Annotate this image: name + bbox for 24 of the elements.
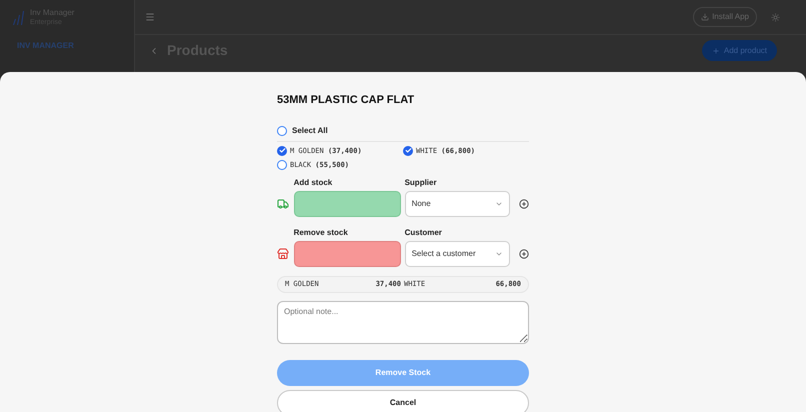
select-field[interactable]: None xyxy=(404,190,510,216)
note-field[interactable]: Optional note... xyxy=(277,300,529,344)
truck-icon xyxy=(277,198,290,210)
section-heading: INV MANAGER xyxy=(17,40,75,52)
quantity-field[interactable] xyxy=(294,240,401,266)
download-icon xyxy=(701,13,710,21)
product-title: 53MM PLASTIC CAP FLAT xyxy=(277,93,416,108)
bar-chart-logo-icon xyxy=(12,10,24,26)
select-all-label[interactable]: Select All xyxy=(292,124,328,136)
select-field[interactable]: Select a customer xyxy=(404,240,510,266)
checked-circle-icon[interactable] xyxy=(403,146,413,156)
add-circle-icon[interactable] xyxy=(519,198,529,208)
store-icon xyxy=(277,248,290,260)
add-circle-icon[interactable] xyxy=(519,248,529,258)
field-label: Add stock xyxy=(294,176,334,188)
field-label: Supplier xyxy=(404,176,438,188)
checked-circle-icon[interactable] xyxy=(277,146,287,156)
field-label: Customer xyxy=(404,226,443,238)
quantity-field[interactable] xyxy=(294,190,401,216)
theme-icon[interactable] xyxy=(771,12,780,22)
menu-icon[interactable] xyxy=(145,12,155,22)
field-label: Remove stock xyxy=(294,226,349,238)
cancel-button[interactable]: Cancel xyxy=(277,390,529,412)
plus-icon xyxy=(712,46,720,54)
